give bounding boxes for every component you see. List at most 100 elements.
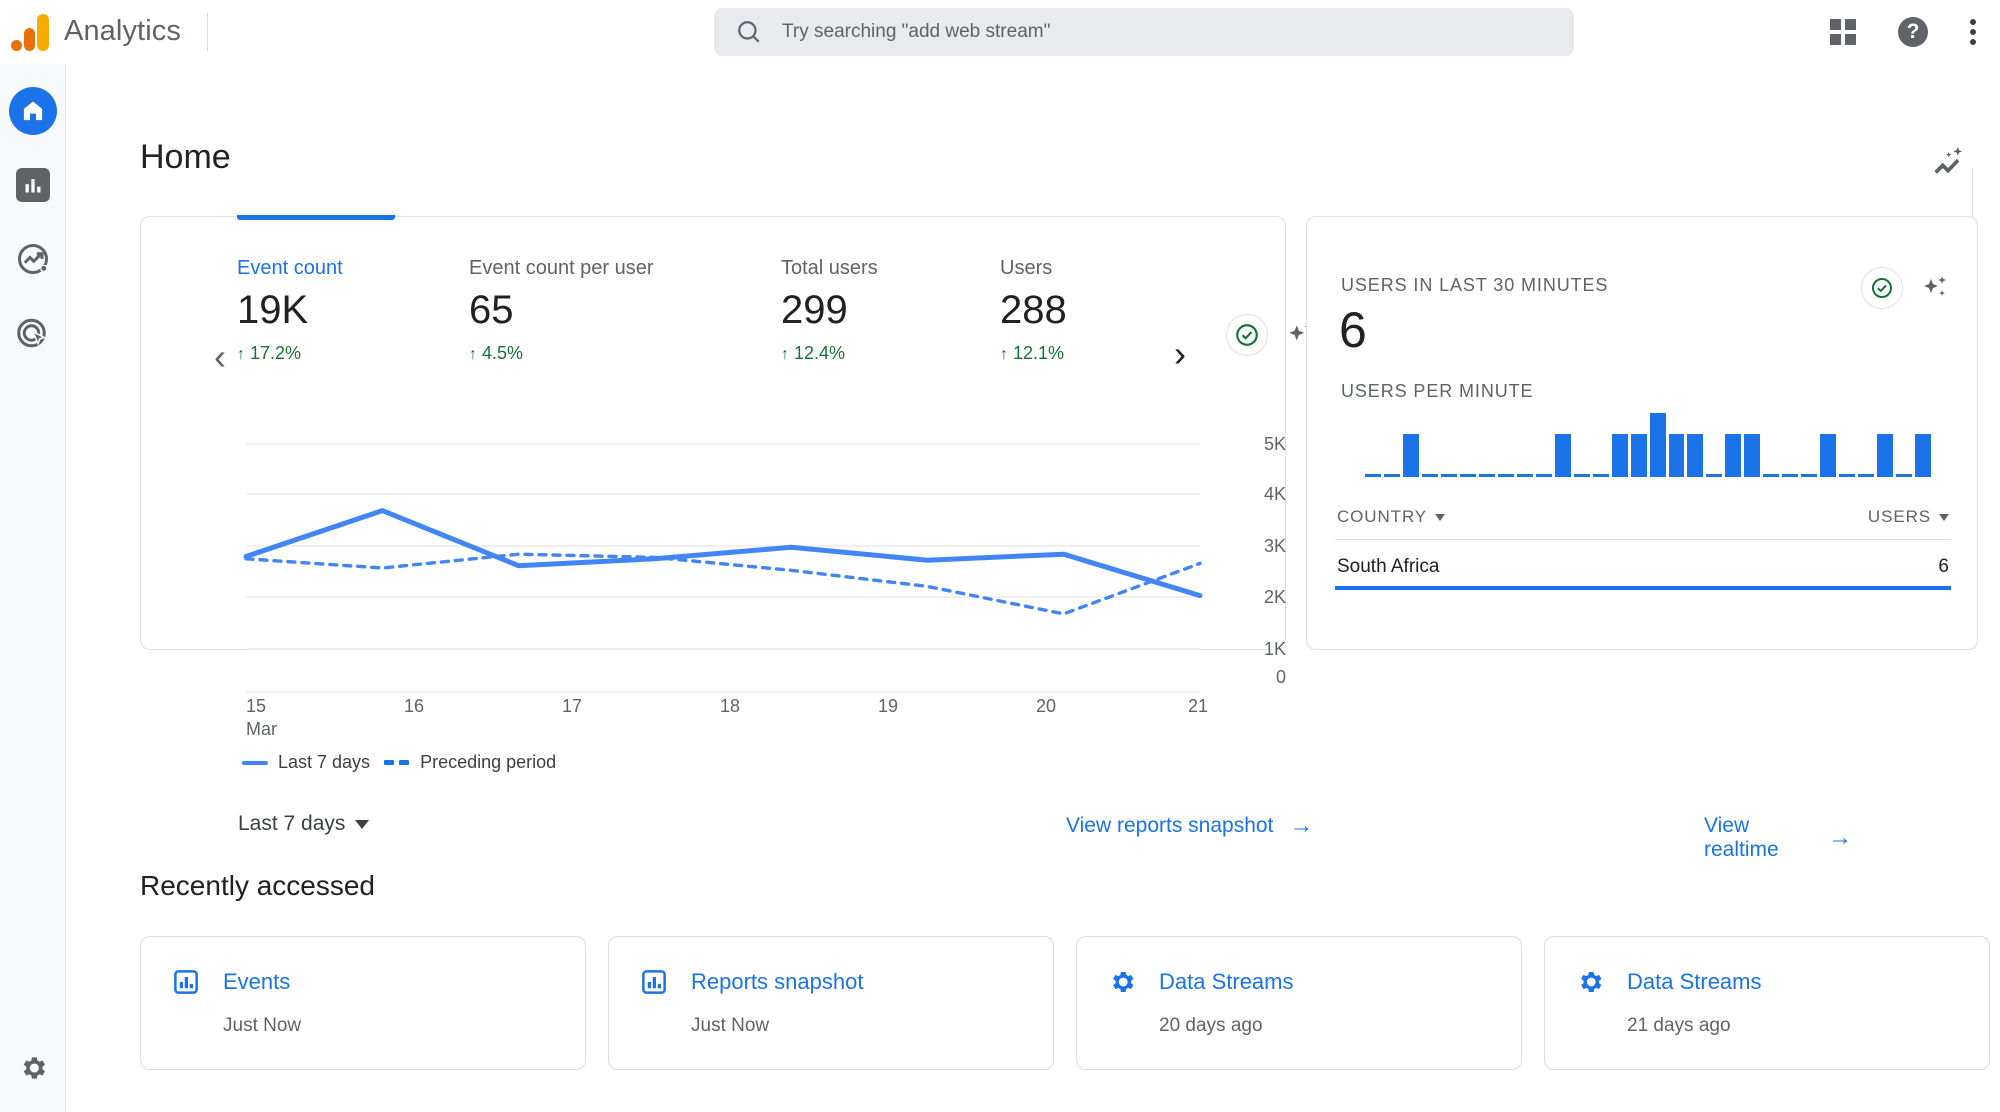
sidebar-item-reports[interactable] xyxy=(0,152,66,218)
x-tick: 15 Mar 15 Mar xyxy=(246,696,277,740)
users-per-minute-bar xyxy=(1383,474,1400,477)
sidebar-item-admin[interactable] xyxy=(0,1052,66,1084)
y-tick: 4K xyxy=(1263,484,1286,504)
brand-divider xyxy=(206,12,208,51)
metric-label: Event count xyxy=(237,257,343,279)
users-per-minute-bar xyxy=(1763,474,1780,477)
realtime-subtitle: USERS PER MINUTE xyxy=(1341,381,1534,401)
metric-total-users[interactable]: Total users 299 ↑ 12.4% xyxy=(781,257,878,364)
metric-event-count-per-user[interactable]: Event count per user 65 ↑ 4.5% xyxy=(469,257,654,364)
users-per-minute-bar xyxy=(1839,474,1856,477)
users-per-minute-bar xyxy=(1744,434,1761,477)
sidebar-item-explore[interactable] xyxy=(0,226,66,292)
view-reports-snapshot-link[interactable]: View reports snapshot → xyxy=(1066,814,1313,838)
chevron-down-icon xyxy=(1939,513,1949,521)
users-per-minute-bar xyxy=(1497,474,1514,477)
realtime-card-status xyxy=(1861,267,1951,309)
metric-value: 299 xyxy=(781,288,848,332)
legend-label: Last 7 days xyxy=(278,752,371,772)
table-header-row: COUNTRY USERS xyxy=(1335,507,1951,540)
trend-up-icon: ↑ xyxy=(237,346,245,363)
x-tick-month: Mar xyxy=(246,719,277,739)
users-per-minute-bar xyxy=(1725,434,1742,477)
link-label: View realtime xyxy=(1704,814,1779,861)
bar-chart-icon xyxy=(174,970,198,994)
chevron-down-icon xyxy=(355,819,370,829)
sidebar-item-advertising[interactable] xyxy=(0,300,66,366)
gear-icon xyxy=(1581,972,1602,992)
grid-apps-icon[interactable] xyxy=(1830,19,1856,45)
chart-y-axis: 5K 4K 3K 2K 1K 0 xyxy=(1226,434,1286,694)
recent-card-time: Just Now xyxy=(223,1015,302,1036)
gear-icon xyxy=(23,1057,45,1079)
table-row[interactable]: South Africa 6 xyxy=(1335,540,1951,590)
data-ok-check-icon[interactable] xyxy=(1226,314,1268,356)
metric-delta: ↑ 17.2% xyxy=(237,343,343,364)
recent-card-time: 20 days ago xyxy=(1159,1015,1263,1036)
home-icon xyxy=(23,101,43,121)
x-tick: 20 xyxy=(1036,696,1057,716)
recent-card-events[interactable]: Events Just Now xyxy=(140,936,586,1070)
x-tick: 16 xyxy=(404,696,425,716)
recently-accessed-title: Recently accessed xyxy=(140,870,376,901)
metric-value: 65 xyxy=(469,288,514,332)
metric-label: Event count per user xyxy=(469,257,654,279)
metric-next-button[interactable]: › xyxy=(1174,336,1186,372)
users-per-minute-bar xyxy=(1896,474,1913,477)
recent-card-data-streams-2[interactable]: Data Streams 21 days ago xyxy=(1544,936,1990,1070)
sidebar-item-home[interactable] xyxy=(0,78,66,144)
data-ok-check-icon[interactable] xyxy=(1861,267,1903,309)
x-tick: 19 xyxy=(878,696,899,716)
metric-delta-value: 12.4% xyxy=(794,343,846,363)
metric-users[interactable]: Users 288 ↑ 12.1% xyxy=(1000,257,1067,364)
metric-delta-value: 17.2% xyxy=(250,343,302,363)
recent-card-label: Data Streams xyxy=(1627,969,1762,994)
x-tick-day: 15 xyxy=(246,696,267,716)
recent-card-label: Data Streams xyxy=(1159,969,1294,994)
arrow-right-icon: → xyxy=(1828,824,1852,851)
x-tick: 21 xyxy=(1188,696,1209,716)
users-per-minute-bar xyxy=(1440,474,1457,477)
users-per-minute-bar xyxy=(1858,474,1875,477)
users-per-minute-bar xyxy=(1649,413,1666,477)
view-realtime-link[interactable]: View realtime → xyxy=(1704,814,1852,862)
x-tick: 18 xyxy=(720,696,741,716)
users-per-minute-bar xyxy=(1915,434,1932,477)
more-vert-icon[interactable] xyxy=(1970,19,1976,45)
metric-delta-value: 4.5% xyxy=(482,343,524,363)
column-header-users[interactable]: USERS xyxy=(1868,507,1949,527)
users-per-minute-bar-chart xyxy=(1365,413,1932,477)
column-label: USERS xyxy=(1867,507,1931,526)
legend-dashed-swatch xyxy=(384,760,410,765)
date-range-selector[interactable]: Last 7 days xyxy=(238,812,370,836)
users-per-minute-bar xyxy=(1535,474,1552,477)
recent-card-label: Events xyxy=(223,969,291,994)
brand-name: Analytics xyxy=(64,15,181,47)
users-per-minute-bar xyxy=(1573,474,1590,477)
link-label: View reports snapshot xyxy=(1066,814,1274,837)
search-container[interactable]: Try searching "add web stream" xyxy=(714,8,1574,56)
chevron-down-icon xyxy=(1435,513,1446,521)
sparkle-insights-icon[interactable] xyxy=(1919,272,1951,304)
legend-item-last-7-days[interactable]: Last 7 days xyxy=(242,752,370,773)
recent-card-reports-snapshot[interactable]: Reports snapshot Just Now xyxy=(608,936,1054,1070)
users-per-minute-bar xyxy=(1554,434,1571,477)
metric-label: Total users xyxy=(781,257,878,279)
help-icon[interactable]: ? xyxy=(1898,17,1928,47)
x-tick: 17 xyxy=(562,696,583,716)
top-app-bar: Analytics Try searching "add web stream"… xyxy=(0,0,2000,64)
metric-prev-button[interactable]: ‹ xyxy=(214,339,226,375)
legend-item-preceding-period[interactable]: Preceding period xyxy=(384,752,556,773)
metric-label: Users xyxy=(1000,257,1053,279)
column-header-country[interactable]: COUNTRY xyxy=(1337,507,1446,527)
analytics-logo-icon xyxy=(10,11,52,53)
active-metric-underline xyxy=(237,215,395,220)
y-tick: 3K xyxy=(1263,536,1286,556)
metric-strip: Event count 19K ↑ 17.2% Event count per … xyxy=(141,257,1285,375)
users-per-minute-bar xyxy=(1611,434,1628,477)
recent-card-data-streams-1[interactable]: Data Streams 20 days ago xyxy=(1076,936,1522,1070)
search-input[interactable]: Try searching "add web stream" xyxy=(714,8,1574,56)
left-nav-rail xyxy=(0,64,66,1112)
metric-event-count[interactable]: Event count 19K ↑ 17.2% xyxy=(237,257,343,364)
insights-sparkle-icon[interactable] xyxy=(1918,132,1978,192)
